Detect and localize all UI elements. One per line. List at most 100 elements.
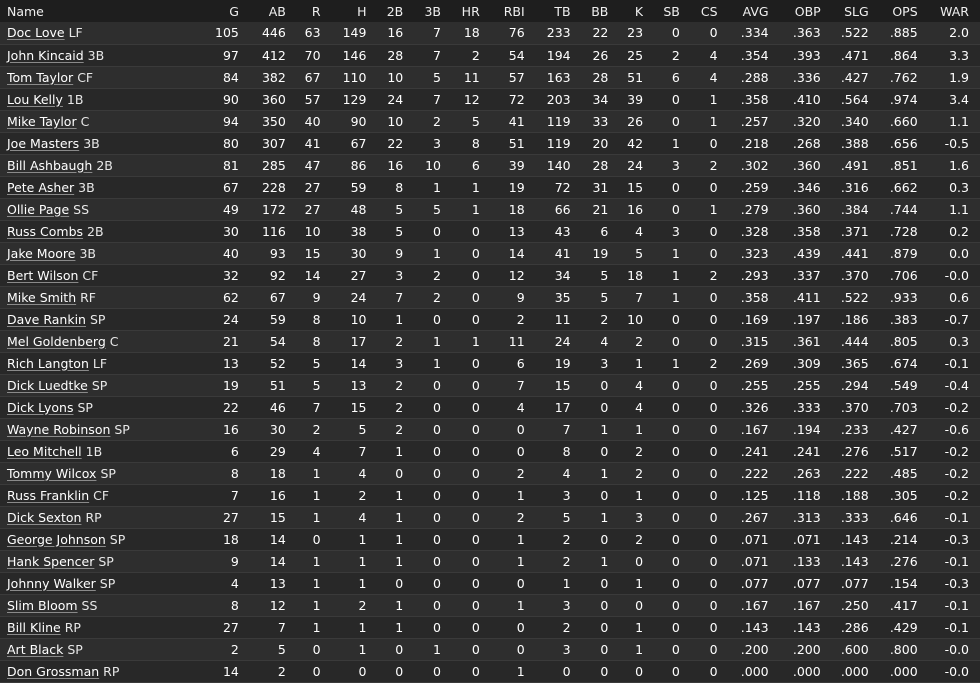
stat-cell-ab: 5 [238, 638, 286, 661]
player-name-link[interactable]: Ollie Page [7, 202, 69, 217]
stat-cell-cs: 0 [679, 506, 718, 529]
column-header-bb[interactable]: BB [571, 0, 608, 22]
stat-cell-g: 30 [208, 220, 239, 243]
column-header-ops[interactable]: OPS [869, 0, 917, 22]
stat-cell-r: 1 [285, 572, 321, 595]
player-name-link[interactable]: George Johnson [7, 532, 106, 547]
stat-cell-avg: .328 [717, 220, 769, 243]
stat-cell-sb: 0 [643, 440, 680, 463]
stat-cell-h: 27 [320, 264, 367, 287]
column-header-war[interactable]: WAR [918, 0, 980, 22]
stat-cell-h: 38 [320, 220, 367, 243]
stat-cell-sb: 3 [643, 154, 680, 177]
stat-cell-d2: 1 [366, 484, 404, 507]
column-header-tb[interactable]: TB [525, 0, 570, 22]
stat-cell-bb: 1 [570, 506, 609, 529]
stat-cell-ab: 30 [238, 418, 286, 441]
player-name-link[interactable]: Tom Taylor [7, 70, 73, 85]
stat-cell-avg: .315 [717, 330, 769, 353]
stat-cell-ab: 228 [238, 176, 286, 199]
stat-cell-d2: 8 [366, 176, 404, 199]
column-header-d3[interactable]: 3B [403, 0, 441, 22]
stat-cell-rbi: 7 [479, 374, 525, 397]
column-header-rbi[interactable]: RBI [480, 0, 525, 22]
player-position: C [80, 113, 90, 129]
stat-cell-tb: 2 [524, 550, 571, 573]
stat-cell-d3: 2 [403, 110, 441, 133]
column-header-cs[interactable]: CS [680, 0, 718, 22]
player-name-link[interactable]: Lou Kelly [7, 92, 63, 107]
player-position: SP [99, 575, 116, 591]
column-header-d2[interactable]: 2B [366, 0, 404, 22]
player-cell: Doc Love LF [0, 22, 209, 45]
player-name-link[interactable]: Hank Spencer [7, 554, 94, 569]
stat-cell-h: 13 [320, 374, 367, 397]
column-header-name[interactable]: Name [0, 0, 208, 22]
stat-cell-bb: 1 [570, 418, 609, 441]
column-header-avg[interactable]: AVG [718, 0, 769, 22]
stat-cell-bb: 1 [570, 462, 609, 485]
column-header-r[interactable]: R [286, 0, 321, 22]
stat-cell-ab: 412 [238, 44, 286, 67]
player-name-link[interactable]: Art Black [7, 642, 63, 657]
stat-cell-war: -0.0 [917, 638, 980, 661]
player-name-link[interactable]: Bill Ashbaugh [7, 158, 92, 173]
stat-cell-war: -0.2 [917, 440, 980, 463]
player-name-link[interactable]: John Kincaid [7, 48, 84, 63]
player-name-link[interactable]: Doc Love [7, 25, 65, 40]
player-name-link[interactable]: Mel Goldenberg [7, 334, 106, 349]
player-name-link[interactable]: Jake Moore [7, 246, 75, 261]
stat-cell-hr: 12 [440, 88, 480, 111]
stat-cell-slg: .143 [820, 528, 869, 551]
player-name-link[interactable]: Bert Wilson [7, 268, 78, 283]
stat-cell-rbi: 54 [479, 44, 525, 67]
column-header-k[interactable]: K [608, 0, 643, 22]
column-header-hr[interactable]: HR [441, 0, 480, 22]
stat-cell-avg: .200 [717, 638, 769, 661]
player-name-link[interactable]: Dick Luedtke [7, 378, 88, 393]
player-position: 1B [85, 443, 103, 459]
stat-cell-d3: 0 [403, 220, 441, 243]
column-header-ab[interactable]: AB [239, 0, 286, 22]
stat-cell-cs: 0 [679, 330, 718, 353]
player-name-link[interactable]: Russ Franklin [7, 488, 89, 503]
stat-cell-k: 18 [608, 264, 644, 287]
player-name-link[interactable]: Dick Sexton [7, 510, 81, 525]
stat-cell-h: 30 [320, 242, 367, 265]
stat-cell-sb: 0 [643, 594, 680, 617]
player-position: CF [77, 69, 94, 85]
column-header-h[interactable]: H [321, 0, 366, 22]
player-position: SP [109, 531, 126, 547]
player-name-link[interactable]: Pete Asher [7, 180, 74, 195]
player-name-link[interactable]: Tommy Wilcox [7, 466, 96, 481]
player-name-link[interactable]: Johnny Walker [7, 576, 96, 591]
player-name-link[interactable]: Slim Bloom [7, 598, 78, 613]
player-name-link[interactable]: Rich Langton [7, 356, 89, 371]
stat-cell-obp: .241 [768, 440, 821, 463]
player-name-link[interactable]: Don Grossman [7, 664, 99, 679]
stat-cell-k: 1 [608, 484, 644, 507]
stat-cell-rbi: 11 [479, 330, 525, 353]
player-name-link[interactable]: Bill Kline [7, 620, 61, 635]
stat-cell-ab: 59 [238, 308, 286, 331]
player-name-link[interactable]: Mike Smith [7, 290, 76, 305]
stat-cell-ab: 29 [238, 440, 286, 463]
stat-cell-d2: 1 [366, 440, 404, 463]
column-header-obp[interactable]: OBP [769, 0, 821, 22]
player-name-link[interactable]: Mike Taylor [7, 114, 77, 129]
stat-cell-d3: 0 [403, 418, 441, 441]
player-name-link[interactable]: Russ Combs [7, 224, 83, 239]
stat-cell-sb: 6 [643, 66, 680, 89]
player-name-link[interactable]: Leo Mitchell [7, 444, 82, 459]
player-name-link[interactable]: Wayne Robinson [7, 422, 110, 437]
column-header-sb[interactable]: SB [643, 0, 680, 22]
player-name-link[interactable]: Dave Rankin [7, 312, 86, 327]
table-row: Hank Spencer SP 9 14 1 1 1 0 0 1 2 1 0 0 0.071.133.14… [0, 550, 980, 573]
player-name-link[interactable]: Joe Masters [7, 136, 79, 151]
player-name-link[interactable]: Dick Lyons [7, 400, 73, 415]
column-header-slg[interactable]: SLG [821, 0, 869, 22]
stat-cell-h: 2 [320, 484, 367, 507]
stat-cell-g: 84 [208, 66, 239, 89]
table-row: Bill Kline RP 27 7 1 1 1 0 0 0 2 0 1 0 0.143.143.286.… [0, 616, 980, 639]
column-header-g[interactable]: G [208, 0, 239, 22]
